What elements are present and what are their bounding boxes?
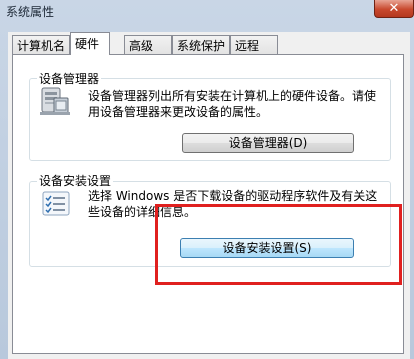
description-line: 用设备管理器来更改设备的属性。 bbox=[88, 105, 269, 119]
device-manager-description: 设备管理器列出所有安装在计算机上的硬件设备。请使 用设备管理器来更改设备的属性。 bbox=[88, 88, 388, 120]
device-manager-button[interactable]: 设备管理器(D) bbox=[182, 133, 354, 153]
tab-remote[interactable]: 远程 bbox=[230, 35, 278, 54]
device-install-group-title: 设备安装设置 bbox=[37, 172, 114, 189]
tab-label: 远程 bbox=[235, 39, 260, 53]
close-button[interactable]: ✕ bbox=[374, 0, 414, 18]
device-manager-icon bbox=[40, 87, 70, 115]
highlight-annotation-box bbox=[155, 204, 402, 285]
tab-label: 高级 bbox=[129, 39, 154, 53]
device-manager-group-title: 设备管理器 bbox=[37, 70, 102, 87]
tab-label: 系统保护 bbox=[177, 39, 226, 53]
tab-label: 硬件 bbox=[75, 37, 100, 51]
description-line: 选择 Windows 是否下载设备的驱动程序软件及有关这 bbox=[88, 189, 378, 203]
button-label: 设备管理器(D) bbox=[228, 136, 308, 150]
checklist-icon bbox=[42, 191, 70, 216]
tab-advanced[interactable]: 高级 bbox=[124, 35, 172, 54]
tab-computer-name[interactable]: 计算机名 bbox=[12, 35, 70, 54]
tab-label: 计算机名 bbox=[17, 39, 66, 53]
description-line: 设备管理器列出所有安装在计算机上的硬件设备。请使 bbox=[88, 89, 377, 103]
tab-hardware[interactable]: 硬件 bbox=[70, 32, 110, 55]
tab-system-protection[interactable]: 系统保护 bbox=[172, 35, 230, 54]
window-title: 系统属性 bbox=[6, 5, 55, 19]
close-icon: ✕ bbox=[388, 1, 400, 16]
